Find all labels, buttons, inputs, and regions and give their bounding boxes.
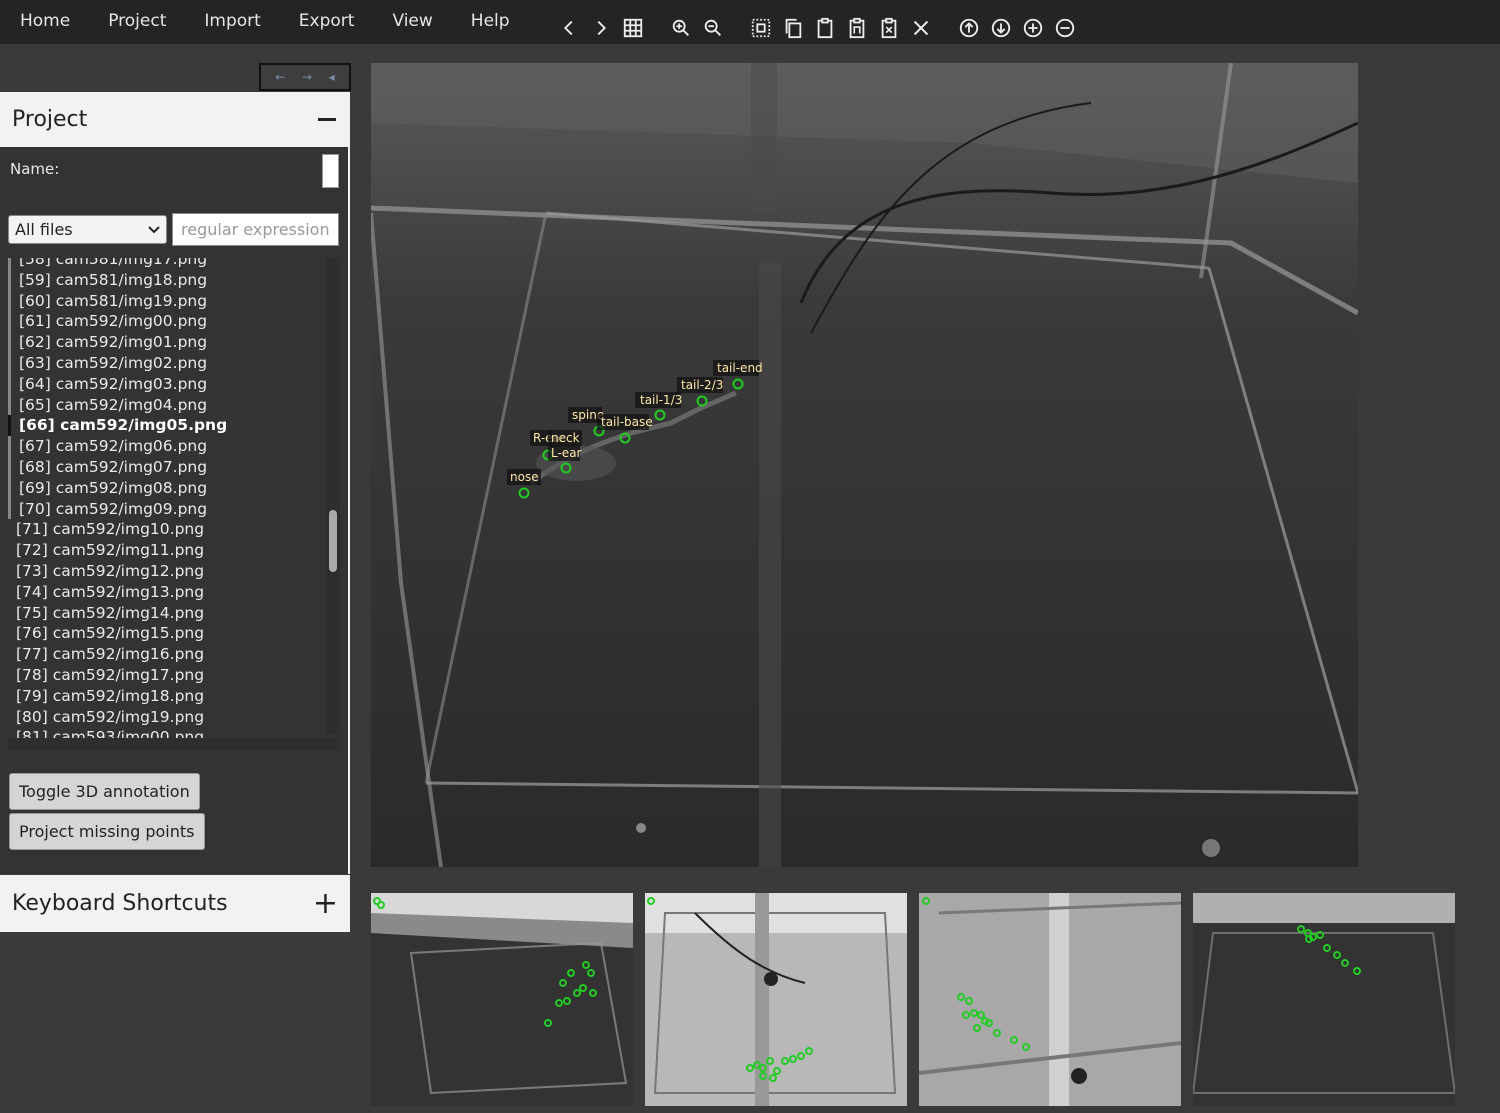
camera-thumbnail-3[interactable] bbox=[919, 893, 1181, 1106]
keypoint-neck[interactable]: neck bbox=[548, 430, 582, 446]
file-list-item[interactable]: [78] cam592/img17.png bbox=[8, 665, 340, 686]
select-all-icon[interactable] bbox=[745, 12, 777, 44]
thumbnail-3-image bbox=[919, 893, 1181, 1106]
keyboard-shortcuts-section: Keyboard Shortcuts + bbox=[0, 875, 350, 932]
menu-view[interactable]: View bbox=[373, 0, 451, 44]
toolbar bbox=[553, 12, 1081, 44]
svg-text:tail-2/3: tail-2/3 bbox=[681, 378, 723, 392]
zoom-in-icon[interactable] bbox=[665, 12, 697, 44]
minus-icon[interactable] bbox=[318, 118, 336, 121]
file-list-item[interactable]: [65] cam592/img04.png bbox=[8, 394, 340, 416]
svg-text:tail-1/3: tail-1/3 bbox=[640, 393, 682, 407]
file-list-item[interactable]: [76] cam592/img15.png bbox=[8, 623, 340, 644]
project-section-title: Project bbox=[12, 107, 88, 132]
panel-collapse-bar[interactable]: ← → ◂ bbox=[259, 63, 351, 91]
file-list-hscrollbar[interactable] bbox=[8, 738, 340, 750]
thumbnail-2-image bbox=[645, 893, 907, 1106]
chevron-down-icon bbox=[148, 225, 160, 233]
keyboard-shortcuts-title: Keyboard Shortcuts bbox=[12, 891, 228, 916]
file-list-item[interactable]: [68] cam592/img07.png bbox=[8, 456, 340, 478]
name-input[interactable] bbox=[322, 154, 339, 188]
file-list-item[interactable]: [75] cam592/img14.png bbox=[8, 603, 340, 624]
toggle-3d-annotation-button[interactable]: Toggle 3D annotation bbox=[9, 773, 200, 810]
file-list-scroll-thumb[interactable] bbox=[329, 510, 337, 572]
thumbnail-1-image bbox=[371, 893, 633, 1106]
menu-export[interactable]: Export bbox=[280, 0, 374, 44]
name-label: Name: bbox=[10, 160, 60, 178]
grid-icon[interactable] bbox=[617, 12, 649, 44]
camera-thumbnail-4[interactable] bbox=[1193, 893, 1455, 1106]
file-list-item[interactable]: [59] cam581/img18.png bbox=[8, 269, 340, 291]
menu-home[interactable]: Home bbox=[0, 0, 89, 44]
file-list-scrollbar[interactable] bbox=[326, 258, 340, 734]
main-image-canvas[interactable]: tail-end tail-2/3 tail-1/3 spine tail-ba… bbox=[371, 63, 1358, 867]
arrow-up-circle-icon[interactable] bbox=[953, 12, 985, 44]
svg-text:L-ear: L-ear bbox=[551, 446, 582, 460]
plus-icon[interactable]: + bbox=[313, 888, 338, 918]
svg-text:nose: nose bbox=[510, 470, 539, 484]
menu-import[interactable]: Import bbox=[185, 0, 279, 44]
file-list-item[interactable]: [61] cam592/img00.png bbox=[8, 311, 340, 332]
file-list-item[interactable]: [70] cam592/img09.png bbox=[8, 498, 340, 520]
camera-thumbnail-1[interactable] bbox=[371, 893, 633, 1106]
arrow-down-circle-icon[interactable] bbox=[985, 12, 1017, 44]
project-section: Project Name: All files regular expressi… bbox=[0, 92, 350, 874]
file-list-item[interactable]: [66] cam592/img05.png bbox=[8, 415, 340, 436]
side-panel: ← → ◂ Project Name: All files regular ex… bbox=[0, 44, 352, 1113]
file-list-item[interactable]: [71] cam592/img10.png bbox=[8, 519, 340, 540]
file-filter-value: All files bbox=[15, 220, 73, 239]
file-list-item[interactable]: [72] cam592/img11.png bbox=[8, 540, 340, 561]
menu-project[interactable]: Project bbox=[89, 0, 185, 44]
file-list[interactable]: [58] cam581/img17.png [59] cam581/img18.p… bbox=[8, 258, 340, 738]
file-list-item[interactable]: [77] cam592/img16.png bbox=[8, 644, 340, 665]
arrow-left-icon[interactable]: ← bbox=[275, 70, 285, 84]
project-missing-points-button[interactable]: Project missing points bbox=[9, 813, 205, 850]
file-list-item[interactable]: [81] cam593/img00.png bbox=[8, 727, 340, 738]
add-circle-icon[interactable] bbox=[1017, 12, 1049, 44]
file-list-item[interactable]: [63] cam592/img02.png bbox=[8, 352, 340, 374]
zoom-out-icon[interactable] bbox=[697, 12, 729, 44]
remove-circle-icon[interactable] bbox=[1049, 12, 1081, 44]
delete-all-icon[interactable] bbox=[873, 12, 905, 44]
svg-text:neck: neck bbox=[551, 431, 580, 445]
file-filter-select[interactable]: All files bbox=[8, 215, 167, 244]
paste-to-all-icon[interactable] bbox=[841, 12, 873, 44]
file-list-item[interactable]: [58] cam581/img17.png bbox=[8, 258, 340, 270]
main-image-view[interactable]: tail-end tail-2/3 tail-1/3 spine tail-ba… bbox=[371, 63, 1358, 867]
arrow-right-icon[interactable]: → bbox=[302, 70, 312, 84]
project-section-header[interactable]: Project bbox=[0, 92, 348, 147]
file-list-item[interactable]: [62] cam592/img01.png bbox=[8, 332, 340, 353]
copy-icon[interactable] bbox=[777, 12, 809, 44]
menu-help[interactable]: Help bbox=[452, 0, 529, 44]
keyboard-shortcuts-header[interactable]: Keyboard Shortcuts + bbox=[0, 875, 350, 932]
thumbnail-4-image bbox=[1193, 893, 1455, 1106]
file-list-item[interactable]: [64] cam592/img03.png bbox=[8, 373, 340, 395]
file-list-item[interactable]: [60] cam581/img19.png bbox=[8, 290, 340, 312]
svg-text:tail-base: tail-base bbox=[601, 415, 653, 429]
collapse-triangle-icon[interactable]: ◂ bbox=[329, 70, 335, 84]
svg-text:tail-end: tail-end bbox=[717, 361, 763, 375]
file-list-item[interactable]: [69] cam592/img08.png bbox=[8, 477, 340, 499]
regex-input[interactable]: regular expression bbox=[172, 213, 339, 246]
file-list-item[interactable]: [79] cam592/img18.png bbox=[8, 686, 340, 707]
file-list-item[interactable]: [74] cam592/img13.png bbox=[8, 582, 340, 603]
file-list-item[interactable]: [80] cam592/img19.png bbox=[8, 707, 340, 728]
file-list-item[interactable]: [67] cam592/img06.png bbox=[8, 436, 340, 457]
file-list-item[interactable]: [73] cam592/img12.png bbox=[8, 561, 340, 582]
chevron-right-icon[interactable] bbox=[585, 12, 617, 44]
chevron-left-icon[interactable] bbox=[553, 12, 585, 44]
camera-thumbnail-2[interactable] bbox=[645, 893, 907, 1106]
close-icon[interactable] bbox=[905, 12, 937, 44]
paste-icon[interactable] bbox=[809, 12, 841, 44]
